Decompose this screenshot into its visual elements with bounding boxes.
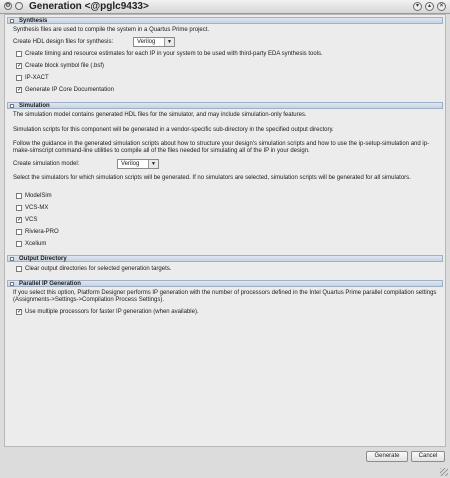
checkbox[interactable] <box>16 229 22 235</box>
parallel-description: If you select this option, Platform Desi… <box>13 290 437 303</box>
hdl-label: Create HDL design files for synthesis: <box>13 39 114 45</box>
checkbox[interactable]: ✓ <box>16 63 22 69</box>
checkbox[interactable] <box>16 241 22 247</box>
sim-model-label: Create simulation model: <box>13 161 80 167</box>
chevron-down-icon[interactable]: ▾ <box>413 2 422 11</box>
checkbox[interactable] <box>16 266 22 272</box>
simulator-modelsim[interactable]: ModelSim <box>16 193 52 199</box>
simulator-label: Riviera-PRO <box>25 229 59 235</box>
simulator-vcs[interactable]: ✓ VCS <box>16 217 37 223</box>
sim-model-select[interactable]: Verilog ▼ <box>117 159 159 169</box>
chevron-down-icon[interactable]: ▼ <box>164 38 174 46</box>
simulator-label: Xcelium <box>25 241 47 247</box>
sim-model-value: Verilog <box>121 161 140 167</box>
window-titlebar[interactable]: ⚙ Generation <@pglc9433> ▾ ▴ ✕ <box>0 0 450 14</box>
generation-panel: Synthesis Synthesis files are used to co… <box>4 14 446 447</box>
section-header-simulation[interactable]: Simulation <box>7 102 443 109</box>
chevron-up-icon[interactable]: ▴ <box>425 2 434 11</box>
simulators-desc: Select the simulators for which simulati… <box>13 175 411 181</box>
simulator-xcelium[interactable]: Xcelium <box>16 241 46 247</box>
checkbox[interactable] <box>16 75 22 81</box>
cancel-button[interactable]: Cancel <box>411 451 445 462</box>
option-label: Create timing and resource estimates for… <box>25 51 323 57</box>
collapse-icon[interactable] <box>10 104 14 108</box>
simulation-desc1: The simulation model contains generated … <box>13 112 307 118</box>
checkbox[interactable] <box>16 193 22 199</box>
section-title: Parallel IP Generation <box>19 281 81 287</box>
simulator-label: VCS-MX <box>25 205 49 211</box>
simulation-desc2: Simulation scripts for this component wi… <box>13 127 334 133</box>
option-label: Use multiple processors for faster IP ge… <box>25 309 199 315</box>
section-title: Output Directory <box>19 256 67 262</box>
synthesis-description: Synthesis files are used to compile the … <box>13 27 210 33</box>
circle-icon[interactable] <box>15 2 23 10</box>
option-label: Clear output directories for selected ge… <box>25 266 172 272</box>
close-icon[interactable]: ✕ <box>437 2 446 11</box>
simulation-desc3: Follow the guidance in the generated sim… <box>13 141 430 154</box>
collapse-icon[interactable] <box>10 257 14 261</box>
window-title: Generation <@pglc9433> <box>29 1 149 12</box>
option-timing-estimates[interactable]: Create timing and resource estimates for… <box>16 51 323 57</box>
simulator-label: ModelSim <box>25 193 52 199</box>
section-title: Synthesis <box>19 18 48 24</box>
simulator-label: VCS <box>25 217 38 223</box>
checkbox[interactable] <box>16 51 22 57</box>
hdl-select[interactable]: Verilog ▼ <box>133 37 175 47</box>
checkbox[interactable]: ✓ <box>16 217 22 223</box>
section-header-output-directory[interactable]: Output Directory <box>7 255 443 262</box>
option-label: Create block symbol file (.bsf) <box>25 63 105 69</box>
option-multiple-processors[interactable]: ✓ Use multiple processors for faster IP … <box>16 309 199 315</box>
option-ip-xact[interactable]: IP-XACT <box>16 75 49 81</box>
section-header-parallel-ip[interactable]: Parallel IP Generation <box>7 280 443 287</box>
option-label: IP-XACT <box>25 75 49 81</box>
checkbox[interactable]: ✓ <box>16 309 22 315</box>
option-bsf[interactable]: ✓ Create block symbol file (.bsf) <box>16 63 104 69</box>
option-label: Generate IP Core Documentation <box>25 87 114 93</box>
checkbox[interactable] <box>16 205 22 211</box>
simulator-vcs-mx[interactable]: VCS-MX <box>16 205 48 211</box>
collapse-icon[interactable] <box>10 282 14 286</box>
gear-icon[interactable]: ⚙ <box>4 2 12 10</box>
section-title: Simulation <box>19 103 50 109</box>
checkbox[interactable]: ✓ <box>16 87 22 93</box>
section-header-synthesis[interactable]: Synthesis <box>7 17 443 24</box>
simulator-riviera-pro[interactable]: Riviera-PRO <box>16 229 59 235</box>
resize-grip-icon[interactable] <box>440 468 448 476</box>
generate-button[interactable]: Generate <box>366 451 408 462</box>
hdl-select-value: Verilog <box>137 39 156 45</box>
collapse-icon[interactable] <box>10 19 14 23</box>
chevron-down-icon[interactable]: ▼ <box>148 160 158 168</box>
option-clear-output[interactable]: Clear output directories for selected ge… <box>16 266 171 272</box>
option-ip-docs[interactable]: ✓ Generate IP Core Documentation <box>16 87 114 93</box>
